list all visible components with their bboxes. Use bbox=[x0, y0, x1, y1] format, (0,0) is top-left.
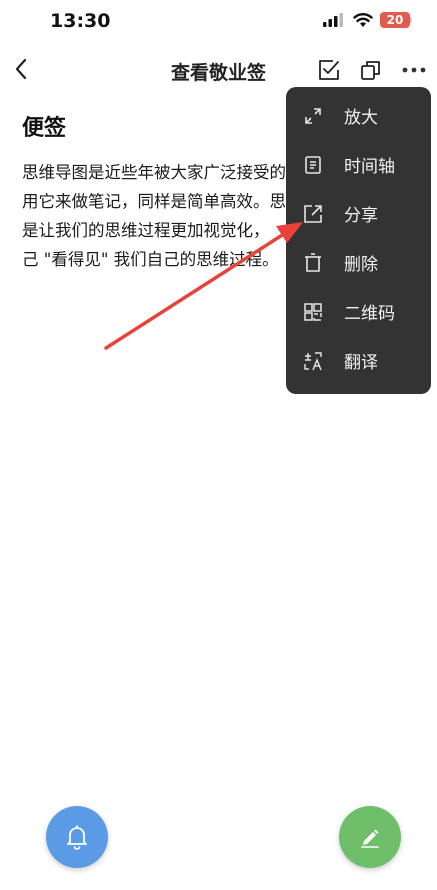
note-heading: 便签 bbox=[22, 116, 67, 141]
menu-item-translate[interactable]: 翻译 bbox=[286, 336, 431, 385]
reminder-button[interactable] bbox=[46, 806, 108, 868]
battery-tip bbox=[410, 17, 412, 23]
expand-icon bbox=[305, 107, 321, 124]
edit-button[interactable] bbox=[339, 806, 401, 868]
menu-label: 放大 bbox=[344, 108, 378, 128]
timeline-icon bbox=[305, 155, 321, 174]
copy-icon[interactable] bbox=[359, 58, 383, 82]
wifi-icon bbox=[353, 13, 373, 27]
trash-icon bbox=[305, 252, 321, 272]
menu-label: 时间轴 bbox=[344, 157, 395, 177]
pencil-icon bbox=[361, 829, 379, 848]
menu-label: 删除 bbox=[344, 255, 378, 275]
menu-item-expand[interactable]: 放大 bbox=[286, 91, 431, 140]
battery-level: 20 bbox=[386, 13, 404, 27]
more-menu: 放大 时间轴 分享 删除 二维码 翻译 bbox=[286, 87, 431, 394]
checklist-icon[interactable] bbox=[317, 58, 341, 82]
menu-label: 翻译 bbox=[344, 353, 378, 373]
battery-indicator: 20 bbox=[380, 12, 410, 28]
cellular-signal-icon bbox=[323, 13, 343, 27]
back-chevron-icon[interactable] bbox=[10, 55, 34, 83]
menu-label: 分享 bbox=[344, 206, 378, 226]
status-time: 13:30 bbox=[50, 10, 111, 32]
more-dots-icon[interactable] bbox=[400, 60, 428, 80]
menu-item-qrcode[interactable]: 二维码 bbox=[286, 287, 431, 336]
translate-icon bbox=[304, 351, 322, 370]
share-icon bbox=[304, 204, 322, 223]
qrcode-icon bbox=[304, 302, 322, 321]
menu-label: 二维码 bbox=[344, 304, 395, 324]
menu-item-delete[interactable]: 删除 bbox=[286, 238, 431, 287]
menu-item-share[interactable]: 分享 bbox=[286, 189, 431, 238]
menu-item-timeline[interactable]: 时间轴 bbox=[286, 140, 431, 189]
bell-icon bbox=[67, 825, 87, 850]
